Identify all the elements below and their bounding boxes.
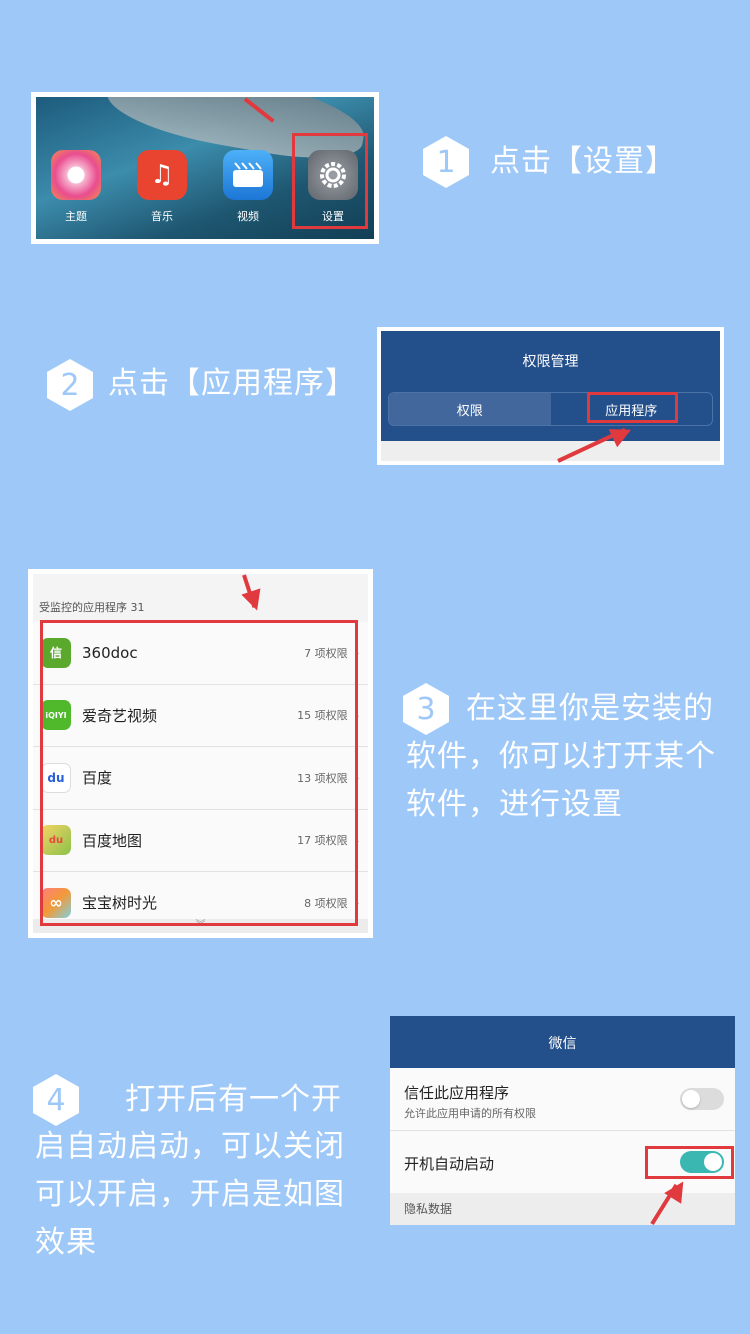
app-label-video: 视频 [237, 210, 259, 223]
app-label-music: 音乐 [151, 210, 173, 223]
applications-highlight-box [587, 392, 678, 423]
theme-icon[interactable] [51, 150, 101, 200]
autostart-highlight-box [645, 1146, 734, 1179]
video-icon[interactable] [223, 150, 273, 200]
settings-highlight-box [292, 133, 368, 229]
permission-header: 权限管理 权限 应用程序 [381, 331, 720, 441]
step-badge-4: 4 [33, 1074, 79, 1126]
app-detail-title: 微信 [390, 1016, 735, 1068]
step-badge-3: 3 [403, 683, 449, 735]
step-badge-1: 1 [423, 136, 469, 188]
app-list-highlight-box [40, 620, 358, 926]
screen-title: 权限管理 [522, 354, 579, 370]
step-3-text-line2: 软件，你可以打开某个 [406, 739, 716, 774]
step-3-text-line3: 软件，进行设置 [406, 787, 623, 822]
step-4-text-line2: 启自动启动，可以关闭 [35, 1129, 345, 1164]
step-3-text-line1: 在这里你是安装的 [466, 691, 714, 726]
step-2-text: 点击【应用程序】 [108, 366, 356, 401]
monitored-apps-header: 受监控的应用程序 31 [39, 601, 145, 614]
autostart-label: 开机自动启动 [404, 1155, 495, 1173]
app-label-theme: 主题 [65, 210, 87, 223]
music-icon[interactable]: ♫ [137, 150, 187, 200]
trust-app-description: 允许此应用申请的所有权限 [404, 1107, 536, 1120]
step-badge-2: 2 [47, 359, 93, 411]
step-4-text-line4: 效果 [35, 1225, 97, 1260]
step-4-text-line1: 打开后有一个开 [125, 1082, 342, 1117]
trust-app-label: 信任此应用程序 [404, 1084, 510, 1102]
trust-app-row[interactable]: 信任此应用程序 允许此应用申请的所有权限 [390, 1068, 735, 1131]
tab-permissions[interactable]: 权限 [389, 393, 551, 425]
step-4-text-line3: 可以开启，开启是如图 [35, 1177, 345, 1212]
trust-app-toggle[interactable] [680, 1088, 724, 1110]
step-1-text: 点击【设置】 [490, 144, 676, 179]
